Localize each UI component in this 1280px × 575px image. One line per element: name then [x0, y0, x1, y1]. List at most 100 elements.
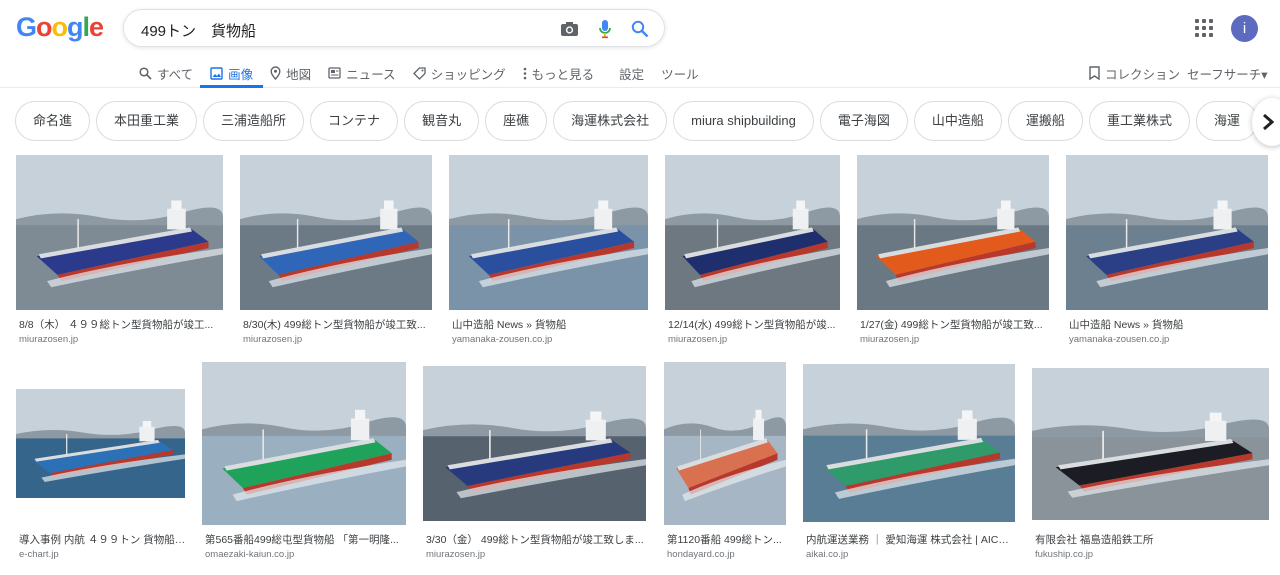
result-source[interactable]: aikai.co.jp	[806, 549, 848, 560]
ship-image	[665, 155, 840, 310]
apps-grid-icon[interactable]	[1195, 19, 1213, 37]
result-caption[interactable]: 有限会社 福島造船鉄工所	[1035, 532, 1270, 547]
result-thumbnail[interactable]	[202, 362, 406, 525]
chip[interactable]: 海運株式会社	[553, 101, 668, 141]
result-thumbnail[interactable]	[16, 155, 223, 310]
tag-icon	[412, 66, 426, 80]
camera-icon[interactable]	[558, 18, 580, 40]
tab-maps-label: 地図	[286, 67, 312, 82]
result-source[interactable]: miurazosen.jp	[426, 549, 485, 560]
result-thumbnail[interactable]	[803, 364, 1015, 522]
result-source[interactable]: miurazosen.jp	[668, 334, 727, 345]
ship-image	[202, 362, 406, 525]
search-icon	[139, 66, 152, 80]
result-caption[interactable]: 8/8（木） ４９９総トン型貨物船が竣工...	[19, 317, 224, 332]
tab-maps[interactable]: 地図	[270, 59, 311, 87]
result-thumbnail[interactable]	[16, 389, 185, 498]
tab-images-label: 画像	[228, 67, 254, 82]
result-thumbnail[interactable]	[857, 155, 1049, 310]
chip[interactable]: 観音丸	[404, 101, 480, 141]
result-thumbnail[interactable]	[240, 155, 432, 310]
result-source[interactable]: fukuship.co.jp	[1035, 549, 1093, 560]
chip[interactable]: miura shipbuilding	[673, 101, 814, 141]
result-caption[interactable]: 1/27(金) 499総トン型貨物船が竣工致...	[860, 317, 1050, 332]
news-icon	[328, 67, 341, 79]
image-result[interactable]: 第1120番船 499総トン... hondayard.co.jp	[664, 362, 786, 567]
tab-more[interactable]: もっと見る	[523, 59, 594, 87]
result-source[interactable]: miurazosen.jp	[243, 334, 302, 345]
safesearch-label: セーフサーチ▾	[1187, 67, 1268, 82]
result-caption[interactable]: 内航運送業務 ｜ 愛知海運 株式会社 | AICH...	[806, 532, 1014, 547]
chip[interactable]: 三浦造船所	[203, 101, 305, 141]
ship-image	[16, 389, 185, 498]
result-thumbnail[interactable]	[449, 155, 648, 310]
result-caption[interactable]: 3/30（金） 499総トン型貨物船が竣工致しま...	[426, 532, 647, 547]
image-result[interactable]: 第565番船499総屯型貨物船 「第一明隆... omaezaki-kaiun.…	[202, 362, 406, 567]
tab-settings[interactable]: 設定	[619, 59, 644, 87]
safesearch-dropdown[interactable]: セーフサーチ▾	[1187, 59, 1268, 87]
result-source[interactable]: yamanaka-zousen.co.jp	[452, 334, 552, 345]
result-source[interactable]: hondayard.co.jp	[667, 549, 735, 560]
image-result[interactable]: 1/27(金) 499総トン型貨物船が竣工致... miurazosen.jp	[857, 155, 1049, 345]
chip[interactable]: 電子海図	[819, 101, 908, 141]
result-caption[interactable]: 導入事例 内航 ４９９トン 貨物船 ...	[19, 532, 186, 547]
result-source[interactable]: miurazosen.jp	[19, 334, 78, 345]
tab-tools[interactable]: ツール	[661, 59, 699, 87]
chip[interactable]: 本田重工業	[96, 101, 198, 141]
result-caption[interactable]: 第565番船499総屯型貨物船 「第一明隆...	[205, 532, 401, 547]
result-caption[interactable]: 8/30(木) 499総トン型貨物船が竣工致...	[243, 317, 433, 332]
result-caption[interactable]: 山中造船 News » 貨物船	[1069, 317, 1269, 332]
result-caption[interactable]: 第1120番船 499総トン...	[667, 532, 785, 547]
image-result[interactable]: 導入事例 内航 ４９９トン 貨物船 ... e-chart.jp	[16, 362, 186, 567]
map-pin-icon	[270, 66, 281, 80]
ship-image	[1032, 368, 1269, 520]
chip[interactable]: 海運	[1195, 101, 1258, 141]
result-source[interactable]: e-chart.jp	[19, 549, 59, 560]
result-source[interactable]: yamanaka-zousen.co.jp	[1069, 334, 1169, 345]
tab-images[interactable]: 画像	[200, 59, 264, 88]
image-result[interactable]: 有限会社 福島造船鉄工所 fukuship.co.jp	[1032, 362, 1269, 567]
chip[interactable]: コンテナ	[310, 101, 399, 141]
microphone-icon[interactable]	[594, 18, 616, 40]
ship-image	[449, 155, 648, 310]
result-caption[interactable]: 山中造船 News » 貨物船	[452, 317, 649, 332]
account-avatar[interactable]: i	[1231, 15, 1258, 42]
image-result[interactable]: 山中造船 News » 貨物船 yamanaka-zousen.co.jp	[449, 155, 648, 345]
image-result[interactable]: 8/30(木) 499総トン型貨物船が竣工致... miurazosen.jp	[240, 155, 432, 345]
ship-image	[664, 362, 786, 525]
image-icon	[210, 66, 223, 80]
result-thumbnail[interactable]	[1066, 155, 1268, 310]
image-result[interactable]: 12/14(水) 499総トン型貨物船が竣... miurazosen.jp	[665, 155, 840, 345]
tab-shopping[interactable]: ショッピング	[412, 59, 506, 87]
chip[interactable]: 重工業株式	[1088, 101, 1190, 141]
search-input[interactable]: 499トン 貨物船	[141, 20, 256, 41]
chip[interactable]: 座礁	[485, 101, 548, 141]
chip[interactable]: 運搬船	[1007, 101, 1083, 141]
chip[interactable]: 命名進	[15, 101, 91, 141]
google-logo[interactable]: Google	[16, 12, 104, 43]
chip[interactable]: 山中造船	[913, 101, 1002, 141]
ship-image	[857, 155, 1049, 310]
ship-image	[1066, 155, 1268, 310]
result-thumbnail[interactable]	[665, 155, 840, 310]
tab-shopping-label: ショッピング	[430, 67, 506, 82]
image-result[interactable]: 3/30（金） 499総トン型貨物船が竣工致しま... miurazosen.j…	[423, 362, 646, 567]
result-thumbnail[interactable]	[664, 362, 786, 525]
tab-settings-label: 設定	[619, 67, 645, 82]
image-result[interactable]: 山中造船 News » 貨物船 yamanaka-zousen.co.jp	[1066, 155, 1268, 345]
search-box[interactable]: 499トン 貨物船	[123, 9, 665, 47]
result-thumbnail[interactable]	[1032, 368, 1269, 520]
collection-button[interactable]: コレクション	[1089, 59, 1180, 87]
tab-news[interactable]: ニュース	[328, 59, 396, 87]
result-thumbnail[interactable]	[423, 366, 646, 521]
ship-image	[240, 155, 432, 310]
image-result[interactable]: 内航運送業務 ｜ 愛知海運 株式会社 | AICH... aikai.co.jp	[803, 362, 1015, 567]
result-source[interactable]: miurazosen.jp	[860, 334, 919, 345]
more-vert-icon	[523, 67, 526, 79]
result-caption[interactable]: 12/14(水) 499総トン型貨物船が竣...	[668, 317, 841, 332]
search-icon[interactable]	[629, 18, 651, 40]
tab-all[interactable]: すべて	[139, 59, 193, 87]
ship-image	[423, 366, 646, 521]
image-result[interactable]: 8/8（木） ４９９総トン型貨物船が竣工... miurazosen.jp	[16, 155, 223, 345]
result-source[interactable]: omaezaki-kaiun.co.jp	[205, 549, 294, 560]
